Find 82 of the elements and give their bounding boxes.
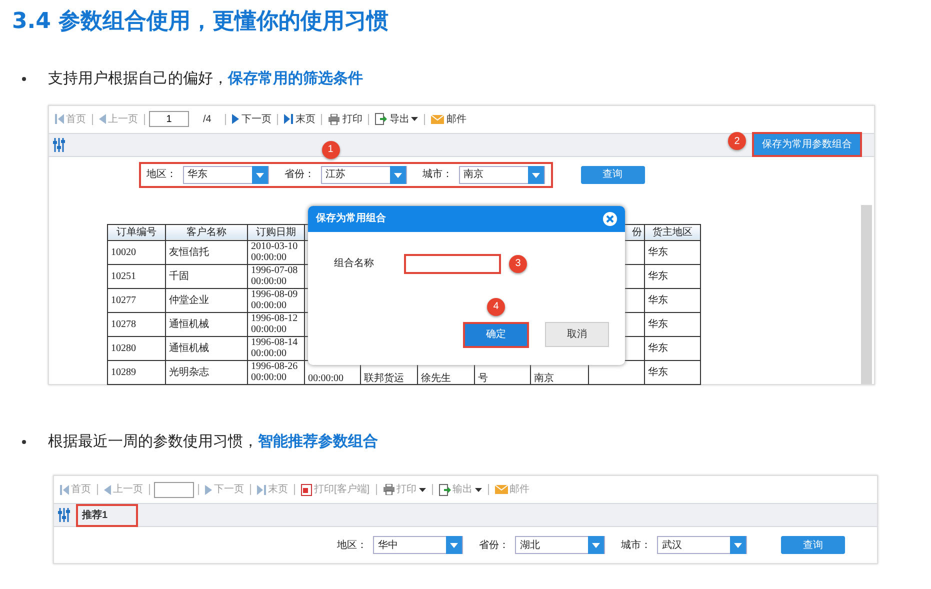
table-cell: 友恒信托 — [166, 240, 248, 264]
table-cell: 10280 — [108, 336, 166, 360]
table-cell: 千固 — [166, 264, 248, 288]
sliders-icon — [53, 138, 65, 152]
toolbar-button[interactable]: 末页 — [282, 112, 318, 126]
toolbar-button[interactable]: 下一页 — [230, 112, 274, 126]
dropdown-field[interactable]: 湖北 — [515, 536, 605, 554]
dropdown-field[interactable]: 华中 — [373, 536, 463, 554]
previous-page-icon — [104, 484, 111, 494]
first-page-icon — [60, 484, 69, 494]
printer-icon — [382, 484, 395, 495]
column-header: 订单编号 — [108, 224, 166, 240]
bullet-text: 支持用户根据自己的偏好，保存常用的筛选条件 — [48, 69, 363, 89]
dropdown-field[interactable]: 南京 — [458, 166, 544, 184]
table-cell: 1996-08-09 00:00:00 — [248, 288, 304, 312]
export-document-icon — [438, 484, 451, 496]
dropdown-field[interactable]: 武汉 — [657, 536, 747, 554]
slide-title: 3.4 参数组合使用，更懂你的使用习惯 — [12, 8, 390, 36]
step-number-badge: 4 — [487, 298, 505, 316]
table-cell: 华东 — [644, 288, 700, 312]
toolbar-button[interactable]: 邮件 — [429, 112, 468, 126]
bullet-text: 根据最近一周的参数使用习惯，智能推荐参数组合 — [48, 432, 378, 452]
dropdown-field[interactable]: 江苏 — [320, 166, 406, 184]
envelope-icon — [431, 114, 444, 124]
table-cell: 10277 — [108, 288, 166, 312]
table-cell: 1996-08-14 00:00:00 — [248, 336, 304, 360]
last-page-icon — [284, 114, 294, 124]
field-label: 地区： — [146, 168, 176, 182]
field-label: 省份： — [479, 538, 509, 552]
dropdown-field[interactable]: 华东 — [182, 166, 268, 184]
page-total: /4 — [202, 112, 212, 126]
page-number-field[interactable]: 1 — [149, 111, 189, 127]
envelope-icon — [494, 485, 508, 494]
next-page-icon — [232, 114, 240, 124]
table-cell: 华东 — [644, 264, 700, 288]
table-cell: 10278 — [108, 312, 166, 336]
column-header: 货主地区 — [644, 224, 700, 240]
step-number-badge: 2 — [728, 132, 746, 150]
toolbar-button[interactable]: 打印 — [326, 112, 364, 126]
table-cell: 1996-08-12 00:00:00 — [248, 312, 304, 336]
step-number-badge: 3 — [509, 254, 527, 272]
table-cell: 华东 — [644, 360, 700, 384]
last-page-icon — [257, 484, 266, 494]
confirm-button[interactable]: 确定 — [463, 322, 529, 348]
bullet-dot — [22, 440, 26, 444]
printer-icon — [328, 114, 340, 124]
column-header: 客户名称 — [166, 224, 248, 240]
field-label: 地区： — [337, 538, 367, 552]
combination-name-field[interactable] — [404, 254, 501, 274]
column-header: 订购日期 — [248, 224, 304, 240]
saved-combination-tab[interactable]: 推荐1 — [76, 504, 138, 526]
sliders-icon — [58, 508, 70, 522]
previous-page-icon — [99, 114, 106, 124]
table-cell: 通恒机械 — [166, 312, 248, 336]
bullet-dot — [22, 77, 26, 82]
field-label: 城市： — [422, 168, 452, 182]
table-cell: 华东 — [644, 312, 700, 336]
cancel-button[interactable]: 取消 — [545, 322, 609, 346]
first-page-icon — [55, 114, 64, 124]
next-page-icon — [205, 484, 212, 494]
page-number-field[interactable] — [154, 482, 194, 498]
table-cell: 10251 — [108, 264, 166, 288]
toolbar-button[interactable]: 导出 — [373, 112, 420, 126]
field-label: 组合名称 — [334, 257, 374, 271]
table-cell: 华东 — [644, 240, 700, 264]
table-cell: 仲堂企业 — [166, 288, 248, 312]
field-label: 城市： — [621, 538, 651, 552]
table-cell: 1996-07-08 00:00:00 — [248, 264, 304, 288]
table-cell: 1996-08-26 00:00:00 — [248, 360, 304, 384]
table-cell: 10020 — [108, 240, 166, 264]
table-cell: 通恒机械 — [166, 336, 248, 360]
scrollbar[interactable] — [861, 204, 872, 384]
field-label: 省份： — [284, 168, 314, 182]
close-button[interactable] — [603, 212, 617, 226]
document-icon — [301, 484, 312, 496]
table-cell: 2010-03-10 00:00:00 — [248, 240, 304, 264]
table-cell: 光明杂志 — [166, 360, 248, 384]
table-cell: 华东 — [644, 336, 700, 360]
close-icon — [603, 212, 617, 226]
dialog-title: 保存为常用组合 — [316, 212, 386, 226]
table-cell: 10289 — [108, 360, 166, 384]
export-document-icon — [375, 113, 388, 125]
